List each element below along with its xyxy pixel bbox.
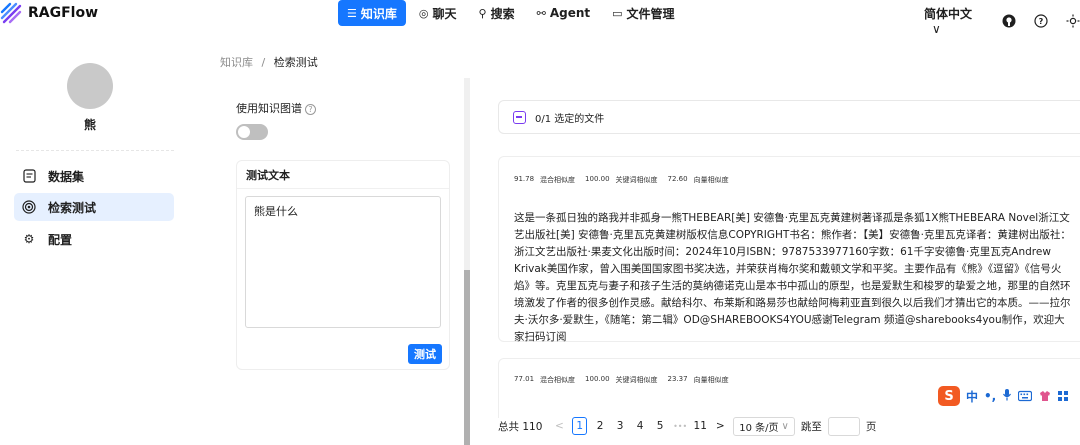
svg-text:?: ? — [1039, 17, 1044, 26]
sidebar-item-retrieval-test[interactable]: 检索测试 — [14, 193, 174, 221]
breadcrumb: 知识库 / 检索测试 — [220, 54, 318, 70]
chevron-down-icon: ∨ — [781, 420, 789, 432]
jump-page-input[interactable] — [827, 416, 860, 436]
vector-score: 72.60 — [667, 175, 688, 183]
page-size-label: 10 条/页 — [739, 422, 779, 434]
chat-icon: ◎ — [418, 6, 429, 20]
help-icon[interactable]: ? — [1034, 13, 1048, 28]
knowledge-graph-toggle[interactable] — [236, 124, 268, 140]
pagination-total: 总共 110 — [498, 420, 543, 433]
nav-label: Agent — [549, 6, 591, 20]
app-name: RAGFlow — [28, 5, 99, 21]
app-logo[interactable]: RAGFlow — [0, 2, 98, 24]
hybrid-score: 77.01 — [514, 375, 535, 383]
user-name: 熊 — [83, 118, 96, 132]
nav-chat[interactable]: ◎ 聊天 — [410, 0, 466, 26]
pagination-page-5[interactable]: 5 — [653, 417, 667, 435]
retrieval-icon — [22, 200, 36, 214]
knowledge-graph-label: 使用知识图谱? — [236, 100, 316, 116]
pagination-page-2[interactable]: 2 — [593, 417, 607, 435]
page-suffix: 页 — [865, 420, 877, 433]
vector-score: 23.37 — [667, 375, 688, 383]
menu-grid-icon[interactable] — [1058, 387, 1069, 406]
pagination-next[interactable]: > — [713, 417, 727, 435]
selected-files-text: 0/1 选定的文件 — [535, 113, 605, 125]
ragflow-logo-icon — [0, 2, 22, 24]
header-right: 简体中文 ∨ ? — [924, 5, 1080, 36]
sidebar-item-label: 检索测试 — [48, 200, 97, 215]
sidebar-item-label: 配置 — [48, 232, 73, 247]
keyword-label: 关键词相似度 — [615, 176, 658, 184]
theme-sun-icon[interactable] — [1066, 14, 1080, 28]
indeterminate-checkbox-icon[interactable] — [513, 110, 526, 124]
keyword-score: 100.00 — [585, 375, 610, 383]
language-selector[interactable]: 简体中文 ∨ — [924, 5, 984, 36]
keyword-label: 关键词相似度 — [615, 376, 658, 384]
sogou-logo-icon: S — [938, 386, 960, 406]
search-icon: ⚲ — [478, 6, 487, 20]
nav-label: 文件管理 — [626, 6, 675, 21]
pagination-page-1[interactable]: 1 — [572, 417, 588, 435]
pagination-ellipsis[interactable]: ••• — [673, 417, 687, 435]
result-scores: 91.78 混合相似度 100.00 关键词相似度 72.60 向量相似度 — [499, 175, 1080, 185]
page-size-select[interactable]: 10 条/页 ∨ — [733, 416, 795, 436]
keyword-score: 100.00 — [585, 175, 610, 183]
nav-file-management[interactable]: ▭ 文件管理 — [603, 0, 683, 26]
agent-icon: ⚯ — [536, 6, 546, 20]
sidebar-item-dataset[interactable]: 数据集 — [14, 162, 174, 190]
breadcrumb-current: 检索测试 — [273, 56, 318, 69]
main-nav: ☰ 知识库 ◎ 聊天 ⚲ 搜索 ⚯ Agent ▭ 文件管理 — [338, 0, 684, 26]
pagination-page-last[interactable]: 11 — [693, 417, 707, 435]
folder-icon: ▭ — [612, 6, 623, 20]
keyboard-icon[interactable] — [1018, 387, 1033, 406]
pagination-page-4[interactable]: 4 — [633, 417, 647, 435]
hybrid-label: 混合相似度 — [540, 176, 576, 184]
database-icon: ☰ — [347, 6, 357, 20]
dataset-icon — [22, 169, 36, 183]
sidebar-item-label: 数据集 — [48, 169, 85, 184]
skin-icon[interactable] — [1038, 387, 1052, 406]
sidebar-item-config[interactable]: ⚙ 配置 — [14, 225, 174, 253]
gear-icon: ⚙ — [23, 232, 35, 246]
pagination-prev[interactable]: < — [552, 417, 566, 435]
ime-toolbar[interactable]: S 中 •, — [934, 384, 1080, 408]
question-circle-icon[interactable]: ? — [305, 104, 316, 115]
vector-label: 向量相似度 — [693, 176, 729, 184]
nav-label: 聊天 — [432, 6, 457, 21]
hybrid-label: 混合相似度 — [540, 376, 576, 384]
nav-search[interactable]: ⚲ 搜索 — [470, 0, 524, 26]
sidebar-divider — [16, 150, 174, 151]
nav-label: 搜索 — [490, 6, 515, 21]
result-text: 这是一条孤日独的路我并非孤身一熊THEBEAR[美] 安德鲁·克里瓦克黄建树著译… — [514, 212, 1071, 343]
knowledge-graph-text: 使用知识图谱 — [236, 102, 302, 115]
pagination: 总共 110 < 1 2 3 4 5 ••• 11 > 10 条/页 ∨ 跳至 … — [498, 416, 876, 436]
hybrid-score: 91.78 — [514, 175, 535, 183]
ime-language[interactable]: 中 — [966, 388, 978, 405]
nav-label: 知识库 — [360, 6, 397, 21]
breadcrumb-root[interactable]: 知识库 — [220, 56, 253, 69]
language-label: 简体中文 — [924, 7, 973, 21]
scrollbar-thumb[interactable] — [464, 270, 470, 445]
ime-punctuation[interactable]: •, — [984, 389, 996, 403]
top-header: RAGFlow ☰ 知识库 ◎ 聊天 ⚲ 搜索 ⚯ Agent ▭ 文件管理 简… — [0, 0, 1080, 36]
test-text-input[interactable]: 熊是什么 — [245, 196, 441, 328]
github-icon[interactable] — [1002, 14, 1016, 28]
chevron-down-icon: ∨ — [932, 22, 941, 36]
toggle-knob — [238, 126, 250, 138]
selected-files-bar[interactable]: 0/1 选定的文件 — [498, 100, 1080, 134]
vector-label: 向量相似度 — [693, 376, 729, 384]
result-card[interactable]: 91.78 混合相似度 100.00 关键词相似度 72.60 向量相似度 这是… — [498, 156, 1080, 343]
test-button[interactable]: 测试 — [408, 344, 442, 364]
nav-knowledge-base[interactable]: ☰ 知识库 — [338, 0, 406, 26]
jump-label: 跳至 — [800, 420, 822, 433]
microphone-icon[interactable] — [1002, 387, 1012, 406]
breadcrumb-separator: / — [261, 56, 266, 69]
test-text-card: 测试文本 熊是什么 测试 — [236, 160, 450, 370]
nav-agent[interactable]: ⚯ Agent — [528, 0, 600, 26]
pagination-page-3[interactable]: 3 — [613, 417, 627, 435]
avatar — [67, 63, 113, 109]
test-text-title: 测试文本 — [237, 161, 449, 189]
